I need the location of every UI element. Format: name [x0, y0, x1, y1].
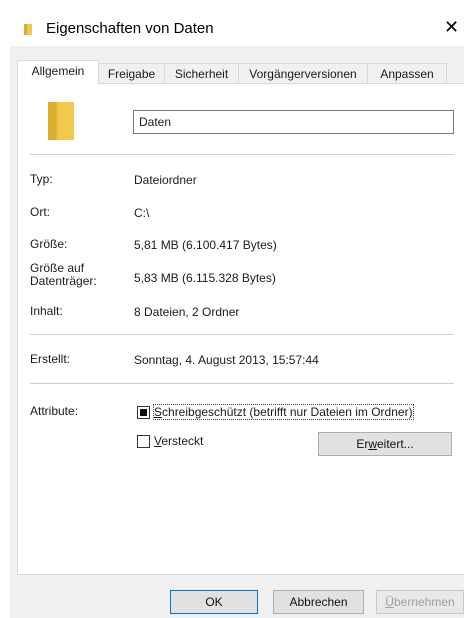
readonly-label[interactable]: Schreibgeschützt (betrifft nur Dateien i…: [153, 404, 414, 420]
separator: [30, 154, 454, 155]
window-title: Eigenschaften von Daten: [46, 20, 214, 37]
folder-name-input[interactable]: Daten: [133, 110, 454, 134]
tab-strip: Allgemein Freigabe Sicherheit Vorgängerv…: [10, 60, 464, 85]
type-value: Dateiordner: [134, 173, 197, 187]
cancel-button[interactable]: Abbrechen: [273, 590, 364, 614]
separator: [30, 383, 454, 384]
size-label: Größe:: [30, 237, 68, 251]
size-on-disk-value: 5,83 MB (6.115.328 Bytes): [134, 271, 276, 285]
folder-icon: [24, 24, 32, 35]
location-value: C:\: [134, 206, 150, 220]
folder-icon: [48, 102, 74, 140]
location-label: Ort:: [30, 205, 50, 219]
hidden-checkbox[interactable]: [137, 435, 150, 448]
tab-sicherheit[interactable]: Sicherheit: [164, 63, 239, 84]
tab-allgemein[interactable]: Allgemein: [17, 60, 99, 85]
hidden-label[interactable]: Versteckt: [154, 434, 203, 448]
attributes-label: Attribute:: [30, 404, 79, 418]
type-label: Typ:: [30, 172, 53, 186]
ok-button[interactable]: OK: [170, 590, 258, 614]
advanced-button[interactable]: Erweitert...: [318, 432, 452, 456]
tab-freigabe[interactable]: Freigabe: [98, 63, 165, 84]
created-label: Erstellt:: [30, 352, 71, 366]
created-value: Sonntag, 4. August 2013, 15:57:44: [134, 353, 319, 367]
size-on-disk-label: Größe auf Datenträger:: [30, 261, 97, 288]
contents-value: 8 Dateien, 2 Ordner: [134, 305, 240, 319]
contents-label: Inhalt:: [30, 304, 63, 318]
separator: [30, 334, 454, 335]
readonly-checkbox[interactable]: [137, 406, 150, 419]
size-value: 5,81 MB (6.100.417 Bytes): [134, 238, 277, 252]
title-bar: Eigenschaften von Daten ✕: [0, 0, 464, 46]
apply-button[interactable]: Übernehmen: [376, 590, 464, 614]
tab-anpassen[interactable]: Anpassen: [367, 63, 447, 84]
tab-vorgaengerversionen[interactable]: Vorgängerversionen: [238, 63, 368, 84]
close-icon[interactable]: ✕: [444, 18, 459, 36]
indeterminate-mark: [140, 409, 147, 416]
general-panel: [17, 83, 464, 575]
